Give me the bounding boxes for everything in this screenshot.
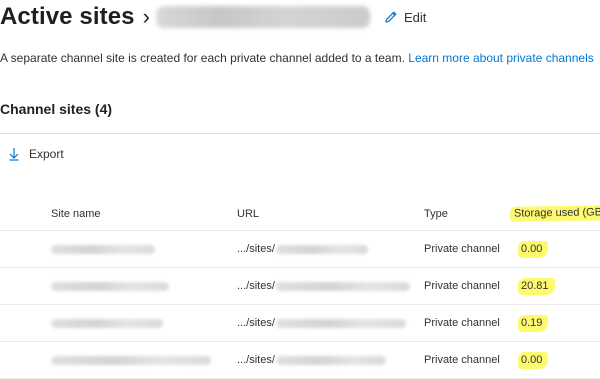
site-type: Private channel [424,280,500,292]
column-header-url[interactable]: URL [237,197,417,230]
channel-sites-table: Site name URL Type Storage used (GB .../… [0,197,600,379]
storage-used: 20.81 [518,268,600,304]
export-label: Export [29,147,64,161]
export-button[interactable]: Export [8,147,64,161]
storage-used: 0.00 [518,342,600,378]
storage-used: 0.00 [518,231,600,267]
site-name-redacted[interactable] [51,342,231,378]
pencil-icon [385,11,397,23]
team-name-redacted [155,6,370,28]
site-name-redacted[interactable] [51,305,231,341]
table-row[interactable]: .../sites/ Private channel 20.81 [0,268,600,305]
page-title[interactable]: Active sites [0,3,135,31]
divider [0,133,600,134]
learn-more-link[interactable]: Learn more about private channels [408,51,593,65]
storage-used: 0.19 [518,305,600,341]
description: A separate channel site is created for e… [0,51,594,65]
site-type: Private channel [424,243,500,255]
table-header: Site name URL Type Storage used (GB [0,197,600,231]
site-url: .../sites/ [237,305,417,341]
site-name-redacted[interactable] [51,231,231,267]
edit-label: Edit [403,9,427,25]
download-arrow-icon [9,148,19,161]
site-name-redacted[interactable] [51,268,231,304]
page-header: Active sites › Edit [0,0,600,34]
table-row[interactable]: .../sites/ Private channel 0.19 [0,305,600,342]
section-title: Channel sites (4) [0,101,113,117]
column-header-type[interactable]: Type [424,197,514,230]
table-row[interactable]: .../sites/ Private channel 0.00 [0,231,600,268]
site-type: Private channel [424,317,500,329]
site-url: .../sites/ [237,268,417,304]
column-header-site-name[interactable]: Site name [51,197,231,230]
site-type: Private channel [424,354,500,366]
table-row[interactable]: .../sites/ Private channel 0.00 [0,342,600,379]
edit-button[interactable]: Edit [384,10,426,25]
site-url: .../sites/ [237,231,417,267]
chevron-right-icon: › [142,4,150,29]
column-header-storage[interactable]: Storage used (GB [509,197,600,230]
description-text: A separate channel site is created for e… [0,51,405,65]
site-url: .../sites/ [237,342,417,378]
